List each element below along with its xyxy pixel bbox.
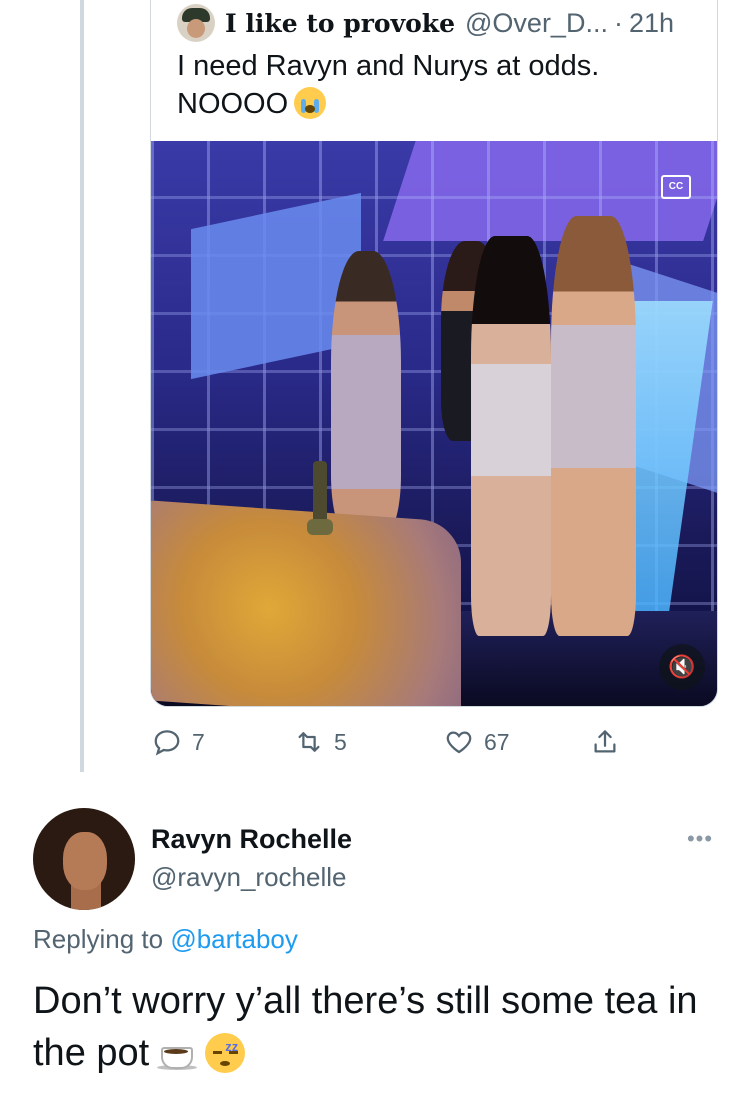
- main-author-handle[interactable]: @ravyn_rochelle: [151, 862, 346, 893]
- replying-to-label: Replying to: [33, 924, 164, 954]
- like-button[interactable]: 67: [444, 722, 510, 762]
- avatar-face: [187, 19, 205, 38]
- share-button[interactable]: [590, 722, 630, 762]
- quoted-text-line-2: NOOOO: [177, 85, 697, 123]
- reply-icon: [154, 730, 180, 756]
- quoted-author-avatar[interactable]: [177, 4, 215, 42]
- quoted-tweet-time[interactable]: 21h: [629, 8, 674, 39]
- main-author-avatar[interactable]: [33, 808, 135, 910]
- quoted-tweet-text: I need Ravyn and Nurys at odds. NOOOO: [177, 47, 697, 123]
- quoted-text-line-1: I need Ravyn and Nurys at odds.: [177, 50, 600, 82]
- video-person: [331, 251, 401, 531]
- main-tweet-text: Don’t worry y’all there’s still some tea…: [33, 975, 723, 1079]
- video-glitter-table: [151, 499, 461, 706]
- loudly-crying-face-icon: [294, 87, 327, 119]
- main-tweet-body: Don’t worry y’all there’s still some tea…: [33, 980, 698, 1074]
- reply-button[interactable]: 7: [152, 722, 205, 762]
- video-person: [551, 216, 636, 636]
- thread-connector-line: [80, 0, 84, 772]
- mute-icon[interactable]: 🔇: [659, 644, 705, 690]
- replying-to-line: Replying to @bartaboy: [33, 924, 298, 955]
- replying-to-handle-link[interactable]: @bartaboy: [170, 924, 298, 954]
- sleeping-face-icon: zz: [205, 1033, 246, 1073]
- video-person: [471, 236, 551, 636]
- retweet-count: 5: [334, 728, 347, 755]
- quoted-tweet-header: I like to provoke @Over_D... · 21h: [177, 3, 674, 43]
- like-count: 67: [484, 728, 510, 755]
- share-icon: [594, 730, 616, 753]
- quoted-author-name[interactable]: I like to provoke: [225, 9, 455, 38]
- more-options-icon[interactable]: •••: [682, 826, 718, 854]
- quoted-tweet-card[interactable]: I like to provoke @Over_D... · 21h I nee…: [150, 0, 718, 707]
- heart-icon: [446, 731, 472, 754]
- quoted-text-noooo: NOOOO: [177, 88, 289, 120]
- embedded-video[interactable]: CC 🔇: [151, 141, 717, 706]
- avatar-face: [63, 832, 107, 890]
- main-author-name[interactable]: Ravyn Rochelle: [151, 824, 352, 855]
- captions-icon[interactable]: CC: [661, 175, 691, 199]
- hot-beverage-icon: [157, 1039, 198, 1070]
- reply-count: 7: [192, 728, 205, 755]
- video-gavel: [307, 461, 333, 535]
- retweet-button[interactable]: 5: [294, 722, 347, 762]
- quoted-author-handle[interactable]: @Over_D...: [465, 8, 608, 39]
- quoted-time-separator: ·: [613, 7, 623, 38]
- tweet-action-bar: 7 5 67: [152, 722, 632, 762]
- retweet-icon: [298, 732, 320, 752]
